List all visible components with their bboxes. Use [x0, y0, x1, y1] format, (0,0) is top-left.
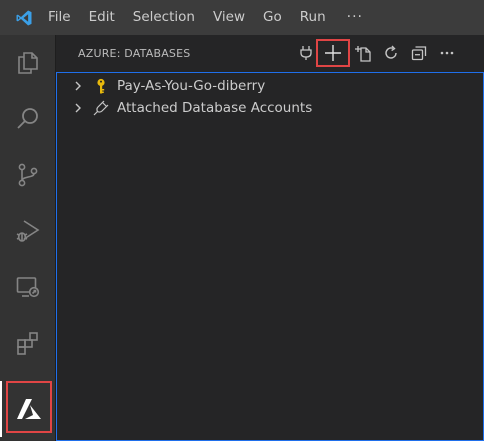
run-debug-icon[interactable] [0, 203, 55, 259]
plug-icon [93, 100, 109, 116]
azure-databases-sidebar: AZURE: DATABASES Pay-As-You-Go-diberry A… [55, 35, 484, 441]
menu-selection[interactable]: Selection [124, 0, 204, 35]
tree-item-label: Attached Database Accounts [117, 100, 313, 116]
new-file-icon[interactable] [350, 40, 376, 66]
menu-run[interactable]: Run [291, 0, 335, 35]
tree-item-attached-accounts[interactable]: Attached Database Accounts [57, 97, 483, 119]
key-icon [97, 78, 105, 94]
menu-edit[interactable]: Edit [80, 0, 124, 35]
chevron-right-icon[interactable] [71, 79, 85, 93]
remote-explorer-icon[interactable] [0, 259, 55, 315]
menu-view[interactable]: View [204, 0, 254, 35]
sidebar-header: AZURE: DATABASES [56, 35, 484, 72]
activity-bar [0, 35, 55, 441]
menu-bar: File Edit Selection View Go Run ··· [48, 0, 372, 35]
explorer-icon[interactable] [0, 35, 55, 91]
tree-item-label: Pay-As-You-Go-diberry [117, 78, 266, 94]
menu-file[interactable]: File [48, 0, 80, 35]
title-bar: File Edit Selection View Go Run ··· [0, 0, 484, 35]
databases-tree: Pay-As-You-Go-diberry Attached Database … [56, 72, 484, 441]
vscode-logo-icon [0, 0, 48, 35]
create-server-plus-button[interactable] [316, 39, 350, 67]
collapse-all-icon[interactable] [406, 40, 432, 66]
extensions-icon[interactable] [0, 315, 55, 371]
refresh-icon[interactable] [378, 40, 404, 66]
chevron-right-icon[interactable] [71, 101, 85, 115]
menu-more-icon[interactable]: ··· [335, 0, 372, 35]
menu-go[interactable]: Go [254, 0, 291, 35]
more-actions-icon[interactable] [434, 40, 460, 66]
search-icon[interactable] [0, 91, 55, 147]
sidebar-title: AZURE: DATABASES [78, 47, 191, 60]
tree-item-subscription[interactable]: Pay-As-You-Go-diberry [57, 75, 483, 97]
azure-icon[interactable] [0, 381, 55, 437]
source-control-icon[interactable] [0, 147, 55, 203]
azure-highlight-box [6, 381, 52, 433]
